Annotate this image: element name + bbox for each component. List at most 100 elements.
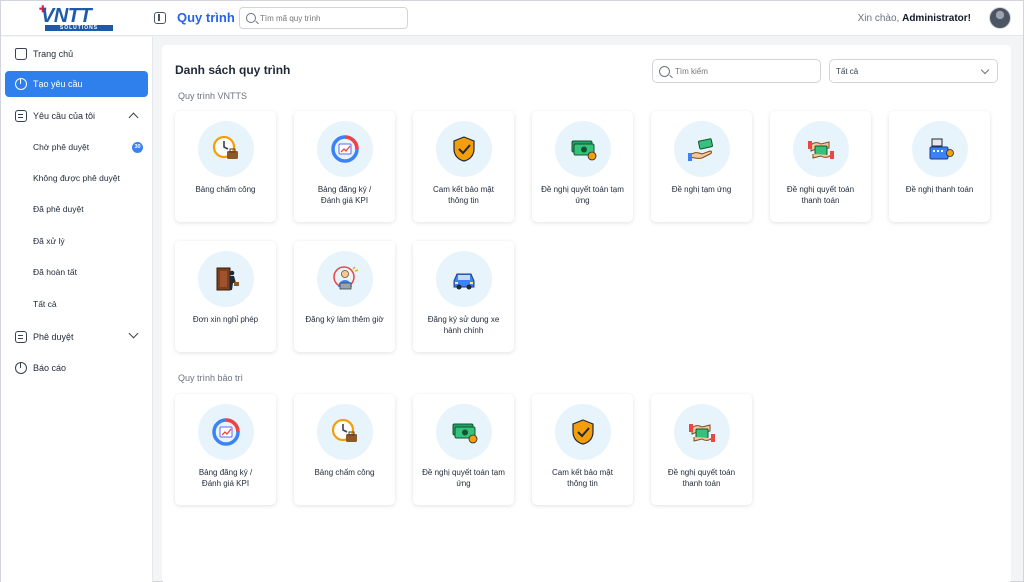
kpi-chart-icon: [331, 135, 359, 163]
sidebar-subitem-label: Không được phê duyệt: [33, 173, 120, 183]
sidebar-item-create-request[interactable]: Tạo yêu cầu: [5, 71, 148, 97]
process-card-icon-bg: [912, 121, 968, 177]
avatar[interactable]: [989, 7, 1011, 29]
process-card-label: Bảng đăng ký / Đánh giá KPI: [198, 468, 253, 488]
process-card[interactable]: Đề nghị thanh toán: [889, 111, 990, 222]
process-card[interactable]: Đề nghị quyết toán thanh toán: [651, 394, 752, 505]
process-card-label: Đề nghị quyết toán thanh toán: [667, 468, 736, 488]
process-card-label: Đơn xin nghỉ phép: [192, 315, 259, 324]
sidebar-subitem-pending[interactable]: Chờ phê duyệt 30: [5, 135, 148, 159]
page-title: Quy trình: [177, 10, 235, 25]
sidebar-subitem-rejected[interactable]: Không được phê duyệt: [5, 166, 148, 190]
money-exchange-icon: [689, 424, 715, 442]
process-card-icon-bg: [674, 121, 730, 177]
clock-briefcase-icon: [212, 135, 238, 159]
car-icon: [453, 273, 475, 290]
section-heading: Danh sách quy trình: [175, 63, 291, 77]
list-icon: [15, 331, 27, 343]
process-search[interactable]: [652, 59, 821, 83]
process-card-label: Đề nghị quyết toán tạm ứng: [541, 185, 624, 205]
process-card-icon-bg: [198, 404, 254, 460]
process-card-label: Bảng đăng ký / Đánh giá KPI: [317, 185, 372, 205]
sidebar-subitem-all[interactable]: Tất cả: [5, 292, 148, 316]
process-card[interactable]: Bảng đăng ký / Đánh giá KPI: [175, 394, 276, 505]
sidebar-subitem-completed[interactable]: Đã hoàn tất: [5, 260, 148, 284]
sidebar-subitem-label: Đã hoàn tất: [33, 267, 77, 277]
sidebar-item-label: Tạo yêu cầu: [33, 79, 83, 89]
sidebar-toggle-icon[interactable]: [154, 12, 166, 24]
cash-register-icon: [929, 138, 954, 160]
sidebar-subitem-label: Đã xử lý: [33, 236, 65, 246]
process-card-icon-bg: [436, 121, 492, 177]
clock-briefcase-icon: [331, 418, 357, 442]
process-card-icon-bg: [436, 251, 492, 307]
sidebar-subitem-label: Chờ phê duyệt: [33, 142, 90, 152]
sidebar-item-my-requests[interactable]: Yêu cầu của tôi: [5, 103, 148, 129]
sidebar-item-report[interactable]: Báo cáo: [5, 355, 148, 381]
process-card[interactable]: Cam kết bảo mật thông tin: [413, 111, 514, 222]
sidebar-item-home[interactable]: Trang chủ: [5, 41, 148, 67]
process-list-panel: Danh sách quy trình Tất cả Quy trình VNT…: [162, 45, 1011, 582]
top-header: ✚ VNTT SOLUTIONS Quy trình Xin chào, Adm…: [1, 1, 1023, 36]
category-filter-select[interactable]: Tất cả: [829, 59, 998, 83]
process-code-search-input[interactable]: [260, 10, 400, 26]
sidebar-subitem-label: Tất cả: [33, 299, 57, 309]
money-bills-icon: [571, 140, 597, 161]
process-card-label: Cam kết bảo mật thông tin: [552, 468, 613, 488]
sidebar-subitem-approved[interactable]: Đã phê duyệt: [5, 197, 148, 221]
sidebar-item-label: Yêu cầu của tôi: [33, 111, 96, 121]
money-bills-icon: [452, 423, 478, 444]
process-card-label: Đề nghị quyết toán thanh toán: [786, 185, 855, 205]
group-label-vntts: Quy trình VNTTS: [178, 91, 248, 101]
logo-text: VNTT: [41, 5, 92, 27]
process-card-label: Đề nghị tạm ứng: [671, 185, 732, 194]
process-card[interactable]: Bảng đăng ký / Đánh giá KPI: [294, 111, 395, 222]
sidebar: Trang chủ Tạo yêu cầu Yêu cầu của tôi Ch…: [1, 37, 153, 582]
greeting: Xin chào, Administrator!: [858, 13, 971, 24]
process-card-label: Cam kết bảo mật thông tin: [433, 185, 494, 205]
process-card-icon-bg: [317, 121, 373, 177]
process-card-icon-bg: [674, 404, 730, 460]
logo-subtext: SOLUTIONS: [45, 25, 113, 31]
process-card[interactable]: Đăng ký sử dụng xe hành chính: [413, 241, 514, 352]
process-card[interactable]: Đề nghị quyết toán tạm ứng: [532, 111, 633, 222]
sidebar-item-label: Phê duyệt: [33, 332, 74, 342]
process-card[interactable]: Bảng chấm công: [294, 394, 395, 505]
home-icon: [15, 48, 27, 60]
sidebar-subitem-processed[interactable]: Đã xử lý: [5, 229, 148, 253]
process-search-input[interactable]: [675, 64, 815, 79]
process-card[interactable]: Đề nghị quyết toán thanh toán: [770, 111, 871, 222]
process-card[interactable]: Bảng chấm công: [175, 111, 276, 222]
greeting-text: Xin chào,: [857, 13, 900, 24]
pie-chart-icon: [15, 78, 27, 90]
process-card[interactable]: Đơn xin nghỉ phép: [175, 241, 276, 352]
pending-count-badge: 30: [132, 142, 143, 153]
security-shield-icon: [572, 419, 594, 445]
chevron-up-icon: [128, 112, 139, 123]
process-card-icon-bg: [555, 121, 611, 177]
overtime-worker-icon: [333, 266, 359, 290]
process-card[interactable]: Cam kết bảo mật thông tin: [532, 394, 633, 505]
chevron-down-icon: [980, 65, 990, 75]
security-shield-icon: [453, 136, 475, 162]
process-code-search[interactable]: [239, 7, 408, 29]
process-card-label: Bảng chấm công: [195, 185, 256, 194]
process-card-label: Bảng chấm công: [314, 468, 375, 477]
company-logo[interactable]: ✚ VNTT SOLUTIONS: [39, 4, 115, 32]
process-card-label: Đăng ký làm thêm giờ: [305, 315, 384, 324]
category-filter-value: Tất cả: [836, 67, 859, 76]
process-card-label: Đề nghị thanh toán: [905, 185, 974, 194]
search-icon: [246, 13, 256, 23]
process-card[interactable]: Đề nghị tạm ứng: [651, 111, 752, 222]
process-card-icon-bg: [793, 121, 849, 177]
process-card-label: Đăng ký sử dụng xe hành chính: [427, 315, 500, 335]
door-exit-icon: [216, 267, 239, 291]
process-card-label: Đề nghị quyết toán tạm ứng: [422, 468, 505, 488]
process-card[interactable]: Đăng ký làm thêm giờ: [294, 241, 395, 352]
process-card-icon-bg: [317, 404, 373, 460]
process-card[interactable]: Đề nghị quyết toán tạm ứng: [413, 394, 514, 505]
sidebar-item-label: Báo cáo: [33, 363, 67, 373]
kpi-chart-icon: [212, 418, 240, 446]
sidebar-item-approval[interactable]: Phê duyệt: [5, 324, 148, 350]
process-card-icon-bg: [436, 404, 492, 460]
